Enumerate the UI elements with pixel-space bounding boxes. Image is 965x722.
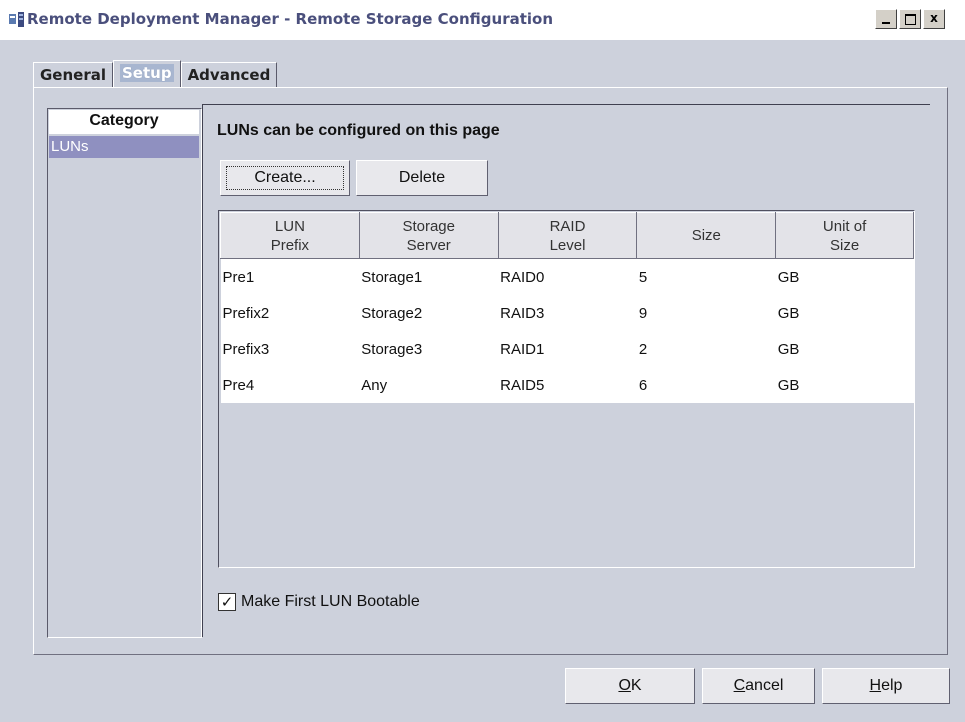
title-bar[interactable]: Remote Deployment Manager - Remote Stora…: [0, 0, 965, 40]
category-list: Category LUNs: [47, 108, 202, 638]
column-header-line: Level: [549, 236, 586, 254]
column-header-line: Server: [406, 236, 451, 254]
help-mnemonic: H: [869, 677, 882, 694]
table-cell: RAID0: [498, 258, 637, 295]
column-header-raid-level[interactable]: RAID Level: [497, 212, 638, 259]
table-cell: RAID3: [498, 295, 637, 331]
column-header-lun-prefix[interactable]: LUN Prefix: [220, 212, 360, 259]
cancel-label-rest: ancel: [745, 677, 784, 694]
table-cell: 6: [636, 367, 776, 403]
table-cell: GB: [775, 367, 914, 403]
close-button[interactable]: x: [923, 9, 945, 29]
window-title: Remote Deployment Manager - Remote Stora…: [27, 10, 554, 28]
ok-mnemonic: O: [618, 677, 631, 694]
table-cell: Pre4: [220, 367, 360, 403]
luns-table: LUN Prefix Storage Server RAID Level Size U…: [220, 212, 914, 403]
column-header-line: Prefix: [270, 236, 310, 254]
table-row[interactable]: Prefix3 Storage3 RAID1 2 GB: [220, 331, 914, 367]
tab-bar: General Setup Advanced: [33, 60, 278, 88]
luns-table-container: LUN Prefix Storage Server RAID Level Size U…: [218, 210, 915, 568]
tab-advanced[interactable]: Advanced: [180, 62, 278, 88]
table-cell: Prefix3: [220, 331, 360, 367]
column-header-line: Size: [830, 236, 860, 254]
table-row[interactable]: Pre4 Any RAID5 6 GB: [220, 367, 914, 403]
page-heading: LUNs can be configured on this page: [217, 122, 500, 139]
tab-setup[interactable]: Setup: [113, 60, 181, 88]
table-cell: 2: [636, 331, 776, 367]
table-row[interactable]: Prefix2 Storage2 RAID3 9 GB: [220, 295, 914, 331]
column-header-line: LUN: [274, 217, 305, 235]
ok-label-rest: K: [630, 677, 642, 694]
focus-ring: [226, 166, 344, 190]
tab-general[interactable]: General: [33, 62, 113, 88]
column-header-line: Size: [691, 227, 721, 244]
table-cell: Pre1: [220, 258, 360, 295]
table-cell: Storage3: [359, 331, 499, 367]
cancel-button[interactable]: Cancel: [702, 668, 815, 704]
make-first-lun-bootable-label[interactable]: Make First LUN Bootable: [241, 593, 420, 611]
table-cell: GB: [775, 258, 914, 295]
column-header-line: Storage: [402, 217, 455, 235]
cancel-mnemonic: C: [733, 677, 746, 694]
column-header-line: RAID: [549, 217, 586, 235]
create-button[interactable]: Create...: [220, 160, 350, 196]
table-cell: GB: [775, 295, 914, 331]
table-row[interactable]: Pre1 Storage1 RAID0 5 GB: [220, 258, 914, 295]
table-cell: 9: [636, 295, 776, 331]
delete-button[interactable]: Delete: [356, 160, 488, 196]
help-button[interactable]: Help: [822, 668, 950, 704]
help-label-rest: elp: [881, 677, 903, 694]
column-header-unit-of-size[interactable]: Unit of Size: [775, 212, 914, 259]
tab-setup-label: Setup: [120, 64, 174, 82]
table-cell: 5: [636, 258, 776, 295]
table-cell: Storage2: [359, 295, 499, 331]
table-cell: RAID5: [498, 367, 637, 403]
table-cell: RAID1: [498, 331, 637, 367]
table-cell: Storage1: [359, 258, 499, 295]
make-first-lun-bootable-checkbox[interactable]: ✓: [218, 593, 236, 611]
app-icon: [9, 12, 24, 27]
table-cell: Any: [359, 367, 499, 403]
column-header-size[interactable]: Size: [636, 212, 777, 259]
table-cell: GB: [775, 331, 914, 367]
bootable-checkbox-row[interactable]: ✓ Make First LUN Bootable: [218, 593, 420, 611]
table-header-row: LUN Prefix Storage Server RAID Level Size U…: [220, 212, 914, 259]
category-header: Category: [49, 110, 199, 134]
ok-button[interactable]: OK: [565, 668, 695, 704]
dialog-window: Remote Deployment Manager - Remote Stora…: [0, 0, 965, 722]
maximize-button[interactable]: [899, 9, 921, 29]
column-header-storage-server[interactable]: Storage Server: [358, 212, 499, 259]
column-header-line: Unit of: [822, 217, 867, 235]
table-cell: Prefix2: [220, 295, 360, 331]
minimize-button[interactable]: [875, 9, 897, 29]
category-item-luns[interactable]: LUNs: [49, 136, 199, 158]
